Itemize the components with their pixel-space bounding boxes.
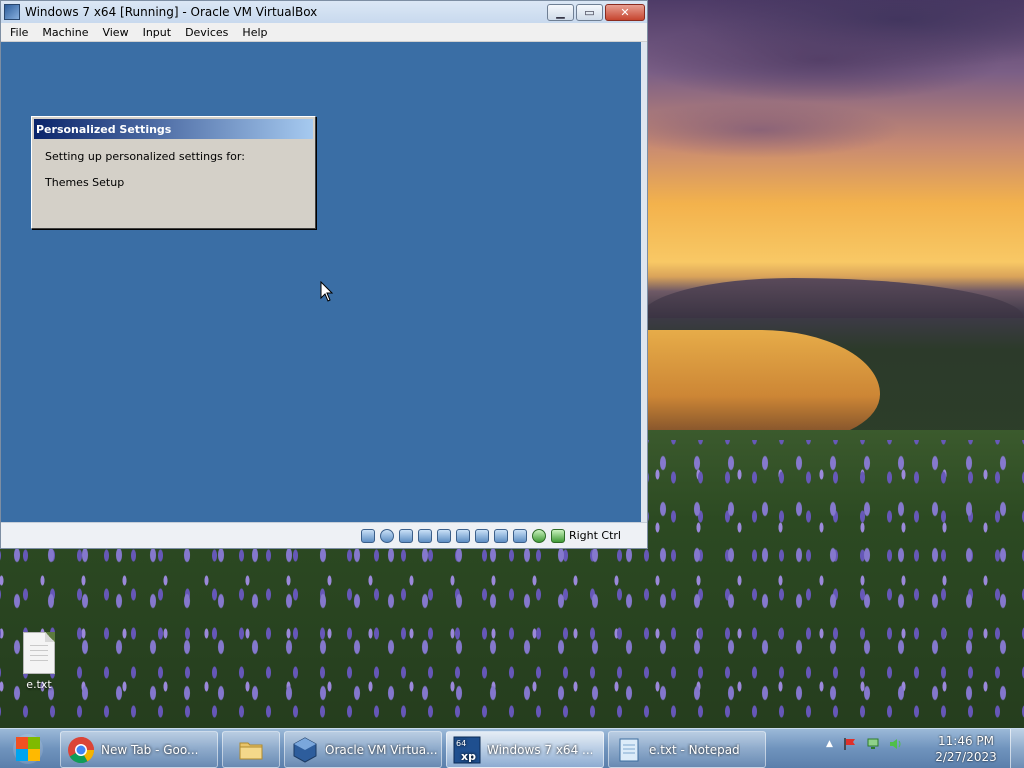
desktop-icon-label: e.txt	[26, 678, 52, 691]
windows-logo-icon	[13, 734, 43, 764]
show-hidden-icons-button[interactable]: ▲	[826, 739, 833, 749]
chrome-icon	[68, 736, 95, 763]
taskbar-item-virtualbox-manager[interactable]: Oracle VM Virtua...	[284, 731, 442, 768]
window-title: Windows 7 x64 [Running] - Oracle VM Virt…	[25, 5, 318, 19]
shared-folders-icon[interactable]	[455, 528, 470, 543]
optical-drive-icon[interactable]	[379, 528, 394, 543]
folder-icon	[239, 742, 263, 759]
volume-icon[interactable]	[889, 737, 903, 751]
taskbar: New Tab - Goo... Oracle VM Virtua... 64 …	[0, 728, 1024, 768]
minimize-icon: ▁	[556, 5, 565, 19]
desktop-icon-e-txt[interactable]: e.txt	[14, 632, 64, 691]
taskbar-item-explorer[interactable]	[222, 731, 280, 768]
dialog-message: Setting up personalized settings for:	[45, 150, 245, 163]
notification-area: ▲	[826, 737, 912, 751]
network-icon[interactable]	[417, 528, 432, 543]
network-icon[interactable]	[866, 737, 880, 751]
virtualbox-icon	[293, 736, 317, 763]
taskbar-item-chrome[interactable]: New Tab - Goo...	[60, 731, 218, 768]
host-key-label: Right Ctrl	[568, 529, 621, 542]
maximize-icon: ▭	[584, 5, 595, 19]
taskbar-item-notepad[interactable]: e.txt - Notepad	[608, 731, 766, 768]
action-center-flag-icon[interactable]	[843, 737, 857, 751]
menu-machine[interactable]: Machine	[35, 26, 95, 39]
clock-time: 11:46 PM	[938, 734, 994, 748]
mouse-cursor-icon	[320, 281, 334, 302]
menu-file[interactable]: File	[3, 26, 35, 39]
svg-text:xp: xp	[461, 750, 476, 763]
audio-icon[interactable]	[398, 528, 413, 543]
menu-help[interactable]: Help	[235, 26, 274, 39]
virtualbox-icon	[4, 4, 20, 20]
start-button[interactable]	[4, 731, 52, 767]
mouse-integration-icon[interactable]	[531, 528, 546, 543]
maximize-button[interactable]: ▭	[576, 3, 603, 21]
text-file-icon	[23, 632, 55, 674]
taskbar-item-label: New Tab - Goo...	[101, 742, 199, 757]
show-desktop-button[interactable]	[1010, 729, 1024, 768]
taskbar-item-label: Windows 7 x64 ...	[487, 742, 594, 757]
personalized-settings-dialog: Personalized Settings Setting up persona…	[31, 116, 316, 229]
virtualbox-window: Windows 7 x64 [Running] - Oracle VM Virt…	[0, 0, 648, 549]
window-right-border	[641, 42, 647, 522]
minimize-button[interactable]: ▁	[547, 3, 574, 21]
video-capture-icon[interactable]	[493, 528, 508, 543]
notepad-icon	[619, 738, 639, 761]
xp-vm-icon: 64 xp	[453, 736, 481, 763]
dialog-current-item: Themes Setup	[45, 176, 125, 189]
window-titlebar[interactable]: Windows 7 x64 [Running] - Oracle VM Virt…	[1, 1, 647, 23]
display-icon[interactable]	[474, 528, 489, 543]
menu-devices[interactable]: Devices	[178, 26, 235, 39]
taskbar-item-label: Oracle VM Virtua...	[325, 742, 438, 757]
dialog-title: Personalized Settings	[34, 119, 313, 139]
usb-icon[interactable]	[436, 528, 451, 543]
keyboard-capture-icon[interactable]	[550, 528, 565, 543]
menu-input[interactable]: Input	[136, 26, 178, 39]
clock-date: 2/27/2023	[935, 750, 997, 764]
virtualization-icon[interactable]	[512, 528, 527, 543]
vm-icon-badge: 64	[456, 739, 466, 748]
taskbar-clock[interactable]: 11:46 PM 2/27/2023	[928, 733, 1004, 765]
wallpaper-hills	[640, 278, 1024, 318]
taskbar-item-label: e.txt - Notepad	[649, 742, 740, 757]
close-icon: ✕	[620, 5, 630, 19]
vm-statusbar: Right Ctrl	[1, 522, 647, 548]
wallpaper-lake	[640, 330, 880, 440]
menubar: File Machine View Input Devices Help	[1, 23, 647, 42]
taskbar-item-vm-window[interactable]: 64 xp Windows 7 x64 ...	[446, 731, 604, 768]
menu-view[interactable]: View	[95, 26, 135, 39]
close-button[interactable]: ✕	[605, 3, 645, 21]
hard-disk-icon[interactable]	[360, 528, 375, 543]
